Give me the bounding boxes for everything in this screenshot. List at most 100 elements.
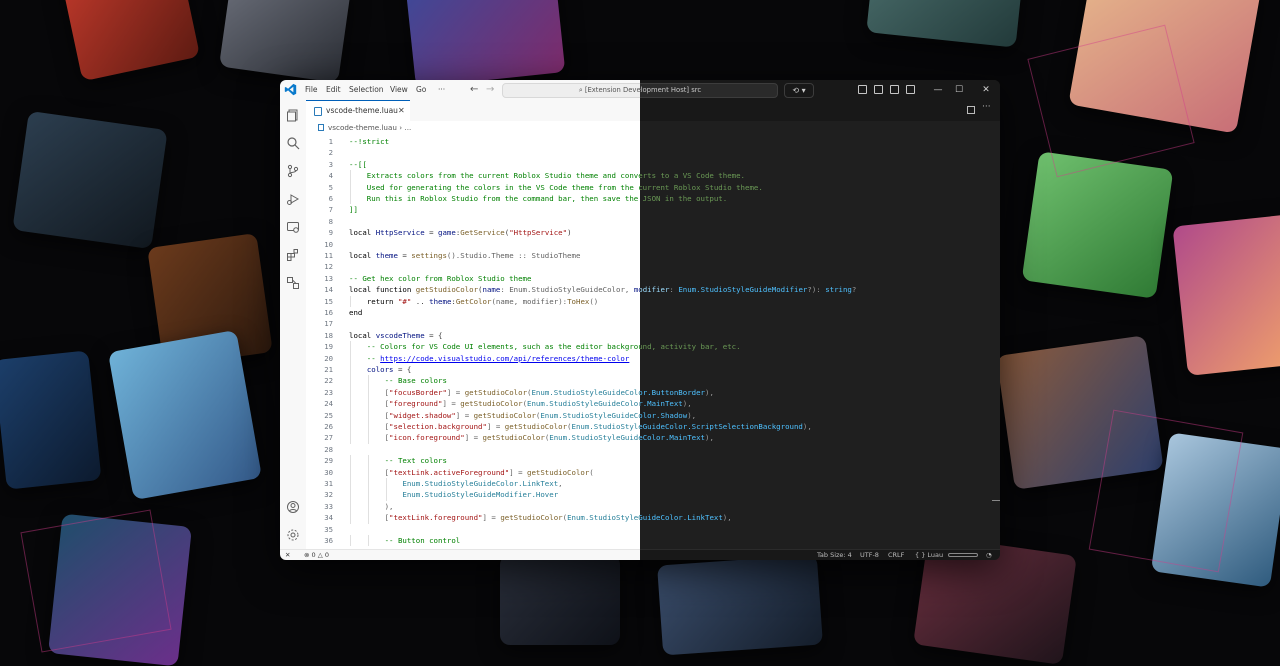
- command-center[interactable]: ⌕ [Extension Development Host] src: [502, 83, 640, 98]
- close-window-button[interactable]: ✕: [978, 80, 994, 100]
- forward-arrow-icon[interactable]: →: [486, 80, 494, 100]
- code-token: "focusBorder": [389, 387, 447, 397]
- breadcrumb-file[interactable]: vscode-theme.luau: [328, 123, 397, 132]
- code-token: [: [349, 433, 390, 443]
- line-number: 8: [328, 216, 333, 226]
- menu-selection[interactable]: Selection: [349, 80, 384, 100]
- code-token: "selection.background": [389, 422, 487, 431]
- light-theme-view: File Edit Selection View Go ··· ← → ⌕ [E…: [280, 80, 640, 560]
- code-token: -- Text colors: [349, 456, 447, 466]
- more-actions-icon[interactable]: ···: [982, 102, 991, 112]
- code-token: local: [349, 228, 372, 238]
- menu-file[interactable]: File: [305, 80, 318, 100]
- code-token: function: [371, 285, 416, 295]
- eol-indicator[interactable]: CRLF: [888, 550, 904, 560]
- split-editor-icon[interactable]: [967, 106, 975, 114]
- code-line: --!strict: [349, 136, 389, 147]
- code-token: --: [349, 353, 381, 363]
- search-icon[interactable]: [286, 136, 300, 150]
- code-token: "textLink.foreground": [389, 513, 483, 523]
- line-number: 17: [324, 319, 333, 329]
- run-debug-icon[interactable]: [286, 192, 300, 206]
- testing-icon[interactable]: [286, 276, 300, 290]
- code-token: GetService: [460, 228, 505, 238]
- code-token: Enum.StudioStyleGuideColor.MainText: [549, 433, 640, 443]
- menu-go[interactable]: Go: [416, 80, 426, 100]
- settings-gear-icon[interactable]: [286, 528, 300, 542]
- minimize-button[interactable]: —: [930, 80, 946, 100]
- luau-file-icon: [314, 107, 322, 116]
- code-token: [: [349, 399, 390, 409]
- account-icon[interactable]: [286, 500, 300, 514]
- code-token: ),: [682, 399, 692, 409]
- code-token: vscodeTheme: [371, 330, 430, 340]
- background-thumbnail: [500, 555, 620, 645]
- code-token: :: [669, 285, 679, 295]
- remote-explorer-icon[interactable]: [286, 220, 300, 234]
- code-token: Enum.StudioStyleGuideColor.LinkText: [402, 479, 559, 488]
- encoding-indicator[interactable]: UTF-8: [860, 550, 879, 560]
- code-token: getStudioColor: [504, 422, 568, 431]
- code-token: getStudioColor: [464, 387, 528, 397]
- copilot-button[interactable]: ⟲ ▾: [784, 83, 814, 98]
- toggle-primary-sidebar-icon[interactable]: [858, 85, 867, 94]
- tab-close-icon[interactable]: ✕: [398, 101, 405, 121]
- code-line: ["widget.shadow"] = getStudioColor(Enum.…: [349, 410, 640, 421]
- code-token: [: [349, 467, 390, 477]
- code-editor[interactable]: 1--!strict23--[[4 Extracts colors from t…: [306, 135, 640, 549]
- language-label: Luau: [927, 551, 944, 559]
- toggle-secondary-sidebar-icon[interactable]: [906, 85, 915, 94]
- back-arrow-icon[interactable]: ←: [470, 80, 478, 100]
- line-number: 21: [324, 365, 333, 374]
- code-line: ["foreground"] = getStudioColor(Enum.Stu…: [349, 398, 640, 409]
- code-token: Run this in Roblox Studio from the comma…: [366, 194, 639, 203]
- line-number: 26: [324, 422, 333, 431]
- tab-size-indicator[interactable]: Tab Size: 4: [817, 550, 852, 560]
- line-number: 6: [328, 194, 333, 203]
- code-token: [: [349, 513, 390, 523]
- error-count: 0: [311, 551, 316, 559]
- code-token: Enum.StudioStyleGuideColor.Shadow: [540, 410, 640, 420]
- code-token: ] =: [482, 513, 501, 523]
- code-token: ] =: [509, 467, 527, 477]
- notifications-bell-icon[interactable]: ◔: [986, 550, 992, 560]
- code-token: ),: [705, 433, 714, 443]
- toggle-panel-icon[interactable]: [874, 85, 883, 94]
- code-token: getStudioColor: [473, 410, 536, 420]
- code-line: ]]: [349, 204, 358, 215]
- code-token: "widget.shadow": [389, 410, 456, 420]
- menu-edit[interactable]: Edit: [326, 80, 341, 100]
- code-line: local vscodeTheme = {: [349, 330, 442, 341]
- menu-view[interactable]: View: [390, 80, 408, 100]
- line-number: 36: [324, 536, 333, 545]
- code-token: getStudioColor: [500, 513, 563, 523]
- source-control-icon[interactable]: [286, 164, 300, 178]
- code-token: "#": [397, 296, 412, 306]
- language-mode[interactable]: { } Luau: [915, 550, 943, 560]
- code-token: game: [433, 228, 456, 238]
- code-token: theme: [371, 251, 403, 260]
- code-line: local theme = settings().Studio.Theme ::…: [349, 250, 580, 261]
- tab-label: vscode-theme.luau: [326, 106, 398, 115]
- code-token: = {: [393, 365, 412, 374]
- breadcrumb: vscode-theme.luau › ...: [306, 121, 640, 135]
- error-icon: ⊗: [304, 551, 312, 559]
- explorer-icon[interactable]: [286, 108, 300, 122]
- code-token: "HttpService": [509, 228, 568, 238]
- line-number: 1: [328, 137, 333, 146]
- remote-indicator-icon[interactable]: ✕: [285, 550, 290, 560]
- background-thumbnail: [59, 0, 201, 82]
- maximize-button[interactable]: ☐: [951, 80, 967, 100]
- toggle-bottom-panel-icon[interactable]: [890, 85, 899, 94]
- code-line: -- Base colors: [349, 375, 447, 386]
- breadcrumb-more[interactable]: ...: [404, 123, 411, 132]
- code-token: return: [366, 296, 394, 306]
- code-token: settings: [406, 251, 447, 260]
- code-token: "textLink.activeForeground": [389, 467, 510, 477]
- extensions-icon[interactable]: [286, 248, 300, 262]
- problems-indicator[interactable]: ⊗ 0 △ 0: [304, 550, 329, 560]
- menu-more[interactable]: ···: [438, 80, 445, 100]
- tab-vscode-theme-luau[interactable]: vscode-theme.luau ✕: [306, 100, 410, 121]
- background-thumbnail: [12, 110, 168, 250]
